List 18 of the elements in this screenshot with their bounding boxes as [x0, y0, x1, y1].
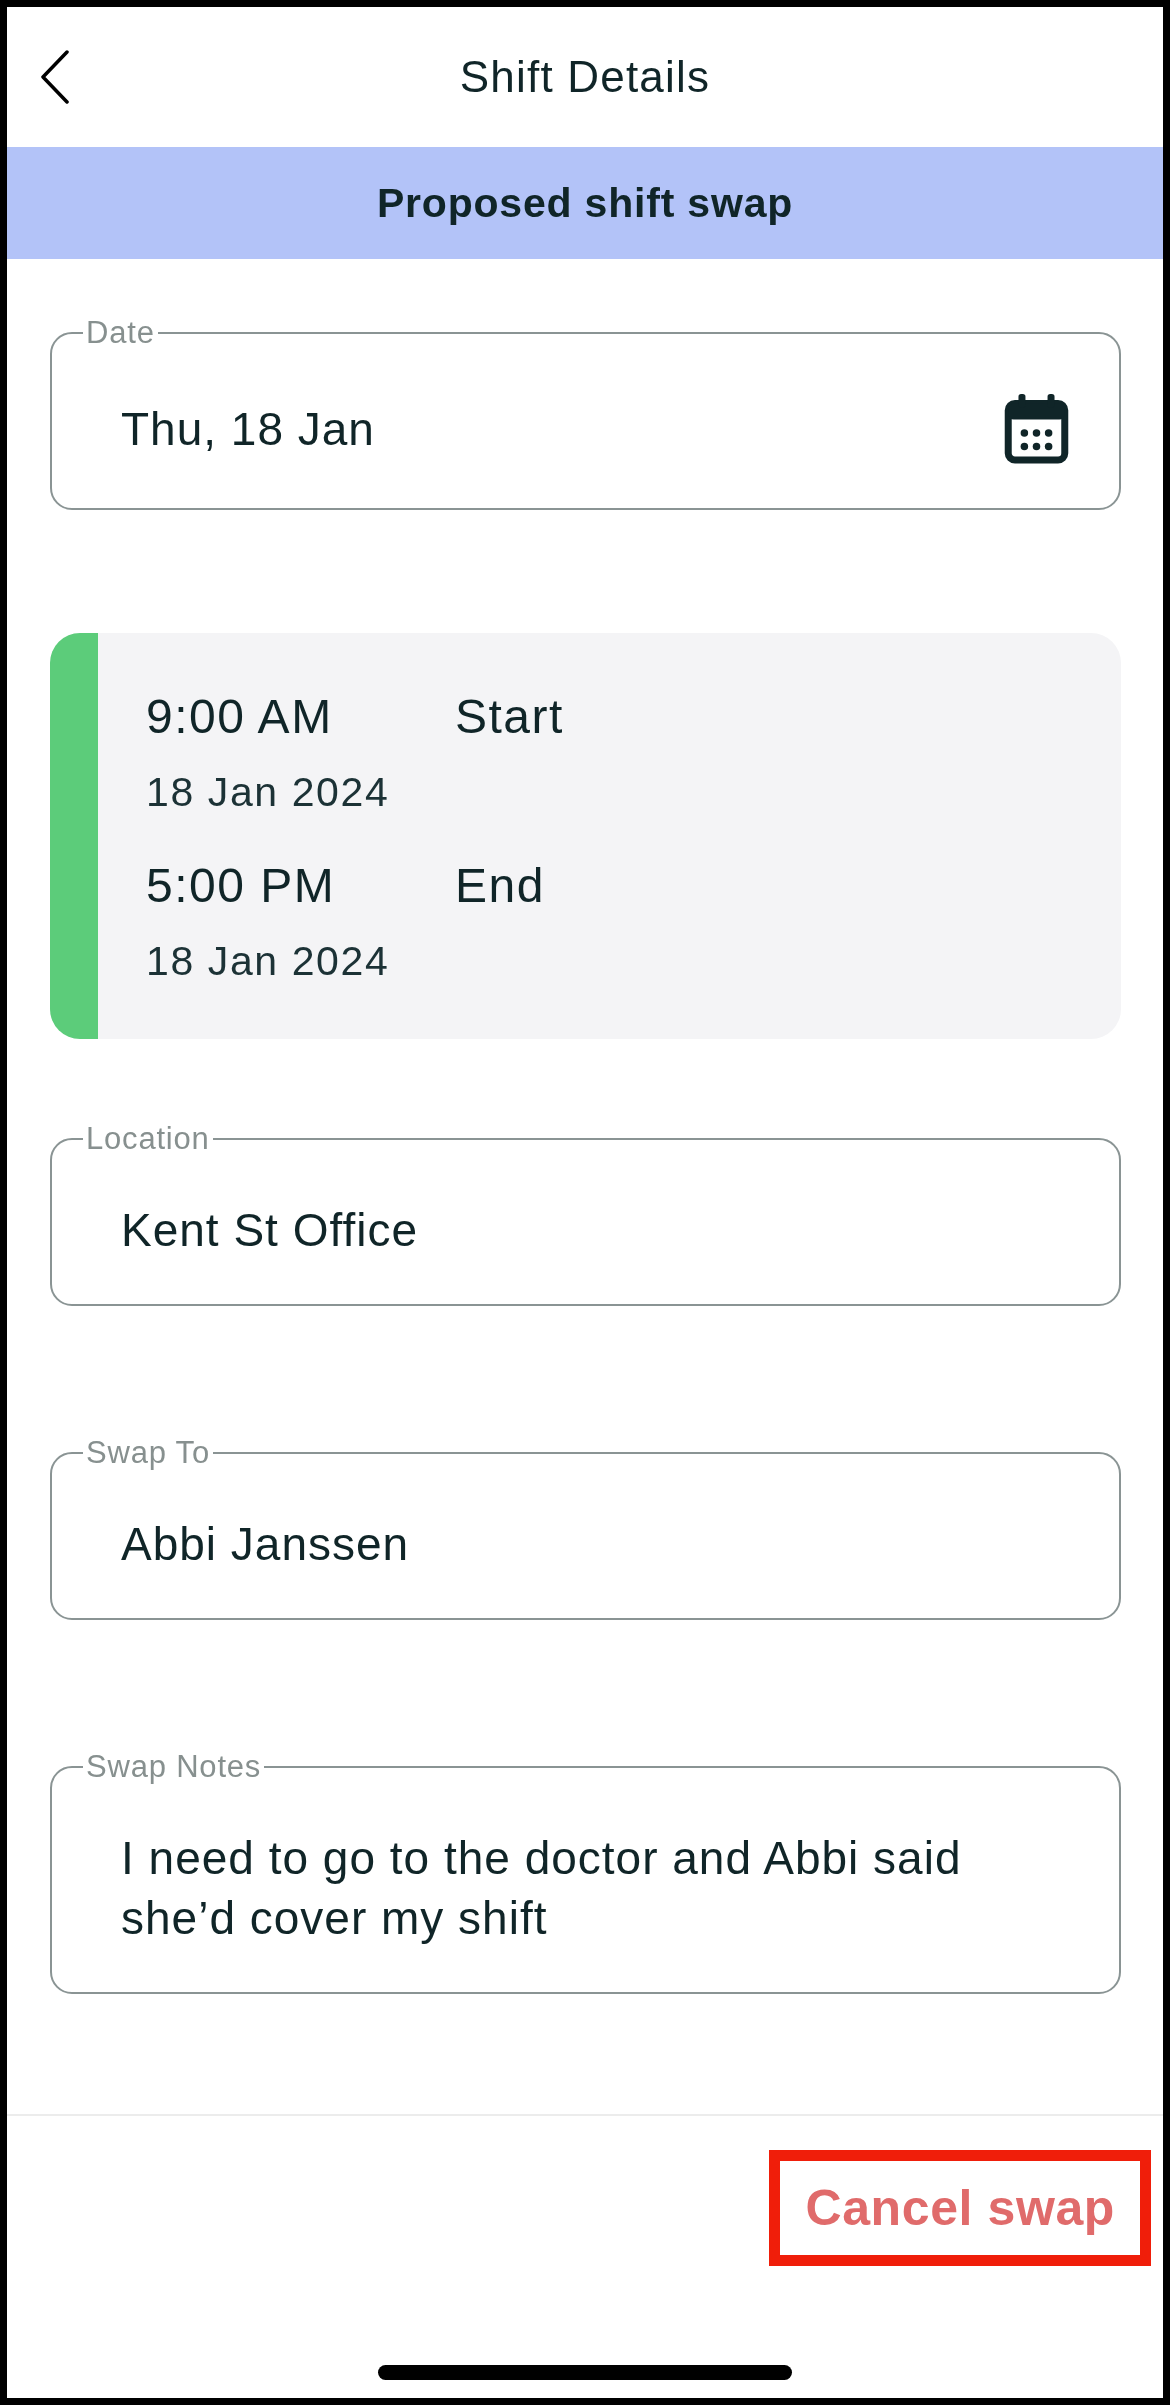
shift-date: 18 Jan 2024 — [146, 937, 390, 986]
field-value: Thu, 18 Jan — [121, 402, 375, 457]
field-value: Abbi Janssen — [121, 1517, 410, 1572]
shift-time: 5:00 PM — [146, 858, 336, 914]
field-value: Kent St Office — [121, 1203, 418, 1258]
shift-label: End — [455, 858, 545, 914]
shift-date: 18 Jan 2024 — [146, 768, 390, 817]
shift-time: 9:00 AM — [146, 689, 333, 745]
status-banner: Proposed shift swap — [7, 147, 1163, 259]
screen-title: Shift Details — [459, 51, 711, 103]
calendar-icon[interactable] — [1004, 394, 1069, 464]
field-label: Date — [85, 316, 156, 350]
chevron-left-icon — [40, 50, 70, 104]
field-value: I need to go to the doctor and Abbi said she’d cover my shift — [121, 1831, 963, 1946]
field-label: Swap Notes — [85, 1750, 263, 1784]
field-label: Swap To — [85, 1436, 211, 1470]
field-label: Location — [85, 1122, 211, 1156]
shift-label: Start — [455, 689, 564, 745]
